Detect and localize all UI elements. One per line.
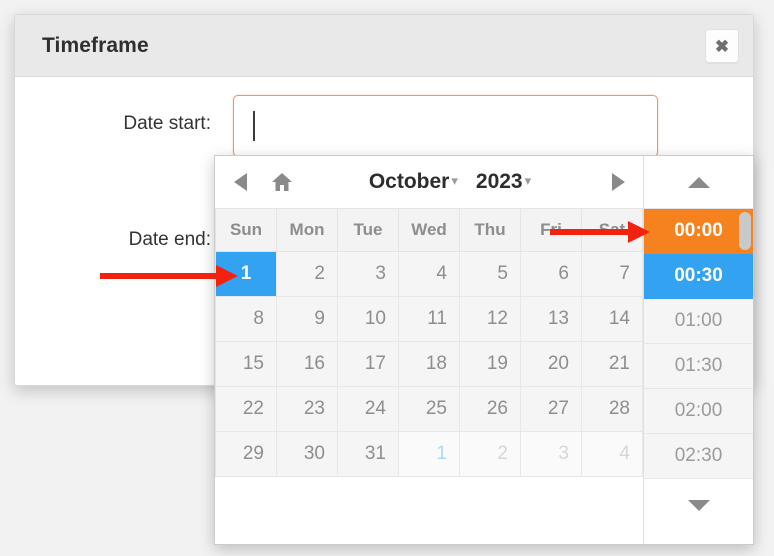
calendar-day[interactable]: 17 xyxy=(338,342,399,387)
day-of-week-header: Sat xyxy=(582,209,643,252)
dialog-header: Timeframe ✖ xyxy=(15,15,753,77)
next-month-button[interactable] xyxy=(597,162,639,202)
month-label: October xyxy=(368,170,450,193)
calendar-day[interactable]: 25 xyxy=(399,387,460,432)
calendar-day[interactable]: 29 xyxy=(216,432,277,477)
calendar-day[interactable]: 5 xyxy=(460,252,521,297)
calendar-day[interactable]: 4 xyxy=(582,432,643,477)
calendar-day[interactable]: 12 xyxy=(460,297,521,342)
time-scroll-up-button[interactable] xyxy=(644,156,753,208)
calendar-day[interactable]: 30 xyxy=(277,432,338,477)
calendar-day[interactable]: 9 xyxy=(277,297,338,342)
calendar-day[interactable]: 31 xyxy=(338,432,399,477)
calendar-day[interactable]: 24 xyxy=(338,387,399,432)
time-scroll-down-button[interactable] xyxy=(644,479,753,531)
calendar-day[interactable]: 6 xyxy=(521,252,582,297)
text-cursor xyxy=(253,111,255,141)
calendar-title: October ▾ 2023 ▾ xyxy=(303,170,597,194)
triangle-up-icon xyxy=(687,176,710,188)
calendar-day[interactable]: 3 xyxy=(338,252,399,297)
calendar-panel: October ▾ 2023 ▾ Sun Mon Tue Wed Thu Fri Sat 1 2 3 4… xyxy=(215,156,643,544)
year-select[interactable]: 2023 ▾ xyxy=(476,170,531,194)
day-of-week-header: Tue xyxy=(338,209,399,252)
page-title: Timeframe xyxy=(42,34,149,57)
calendar-day[interactable]: 2 xyxy=(460,432,521,477)
chevron-down-icon: ▾ xyxy=(451,173,458,188)
time-option[interactable]: 00:00 xyxy=(644,209,753,254)
year-label: 2023 xyxy=(475,170,523,193)
calendar-day[interactable]: 4 xyxy=(399,252,460,297)
triangle-left-icon xyxy=(233,173,247,191)
date-start-label: Date start: xyxy=(123,113,211,134)
day-of-week-header: Fri xyxy=(521,209,582,252)
calendar-day[interactable]: 18 xyxy=(399,342,460,387)
home-icon xyxy=(272,173,292,191)
calendar-day[interactable]: 11 xyxy=(399,297,460,342)
time-column: 00:00 00:30 01:00 01:30 02:00 02:30 xyxy=(643,156,753,544)
calendar-day[interactable]: 2 xyxy=(277,252,338,297)
calendar-day[interactable]: 27 xyxy=(521,387,582,432)
calendar-day[interactable]: 21 xyxy=(582,342,643,387)
calendar-day[interactable]: 8 xyxy=(216,297,277,342)
calendar-day[interactable]: 10 xyxy=(338,297,399,342)
date-end-label: Date end: xyxy=(128,229,211,250)
time-option[interactable]: 01:00 xyxy=(644,299,753,344)
calendar-day[interactable]: 26 xyxy=(460,387,521,432)
calendar-nav: October ▾ 2023 ▾ xyxy=(215,156,643,208)
home-today-button[interactable] xyxy=(261,162,303,202)
time-scrollbar-thumb[interactable] xyxy=(739,212,751,250)
calendar-day[interactable]: 3 xyxy=(521,432,582,477)
calendar-grid: Sun Mon Tue Wed Thu Fri Sat 1 2 3 4 5 6 7 8 9 10 11 12 13 14… xyxy=(215,208,643,477)
calendar-day[interactable]: 7 xyxy=(582,252,643,297)
month-select[interactable]: October ▾ xyxy=(369,170,458,194)
calendar-day[interactable]: 22 xyxy=(216,387,277,432)
time-option[interactable]: 02:30 xyxy=(644,434,753,479)
time-option[interactable]: 02:00 xyxy=(644,389,753,434)
calendar-day[interactable]: 16 xyxy=(277,342,338,387)
day-of-week-header: Mon xyxy=(277,209,338,252)
calendar-day[interactable]: 28 xyxy=(582,387,643,432)
prev-month-button[interactable] xyxy=(219,162,261,202)
calendar-day[interactable]: 23 xyxy=(277,387,338,432)
day-of-week-header: Thu xyxy=(460,209,521,252)
calendar-day[interactable]: 15 xyxy=(216,342,277,387)
time-option[interactable]: 01:30 xyxy=(644,344,753,389)
form-row-date-start: Date start: xyxy=(15,95,753,159)
triangle-down-icon xyxy=(687,499,710,511)
calendar-day[interactable]: 20 xyxy=(521,342,582,387)
day-of-week-header: Wed xyxy=(399,209,460,252)
day-of-week-header: Sun xyxy=(216,209,277,252)
time-option[interactable]: 00:30 xyxy=(644,254,753,299)
chevron-down-icon: ▾ xyxy=(524,173,532,188)
close-button[interactable]: ✖ xyxy=(705,29,739,63)
date-start-input[interactable] xyxy=(233,95,658,157)
date-picker-popup: October ▾ 2023 ▾ Sun Mon Tue Wed Thu Fri Sat 1 2 3 4… xyxy=(214,155,754,545)
calendar-day-selected[interactable]: 1 xyxy=(216,252,277,297)
triangle-right-icon xyxy=(611,173,625,191)
calendar-day[interactable]: 13 xyxy=(521,297,582,342)
close-icon: ✖ xyxy=(714,36,730,56)
calendar-day[interactable]: 19 xyxy=(460,342,521,387)
calendar-day[interactable]: 14 xyxy=(582,297,643,342)
calendar-day[interactable]: 1 xyxy=(399,432,460,477)
time-list: 00:00 00:30 01:00 01:30 02:00 02:30 xyxy=(644,208,753,479)
